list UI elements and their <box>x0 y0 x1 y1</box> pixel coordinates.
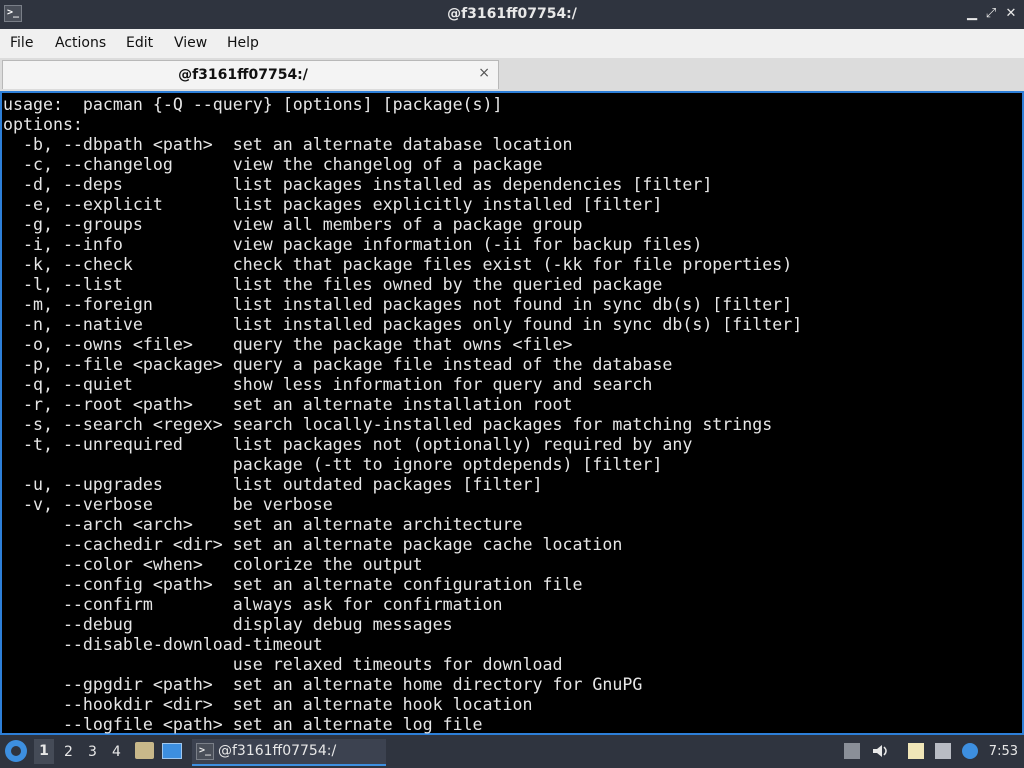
terminal-text: usage: pacman {-Q --query} [options] [pa… <box>3 95 802 735</box>
terminal-line: -p, --file <package> query a package fil… <box>3 355 673 374</box>
terminal-line: --logfile <path> set an alternate log fi… <box>3 715 483 734</box>
terminal-line: -u, --upgrades list outdated packages [f… <box>3 475 543 494</box>
menu-help[interactable]: Help <box>227 35 259 51</box>
terminal-line: usage: pacman {-Q --query} [options] [pa… <box>3 95 503 114</box>
terminal-line: -v, --verbose be verbose <box>3 495 333 514</box>
taskbar-task-terminal[interactable]: >_ @f3161ff07754:/ <box>192 739 386 766</box>
menubar: File Actions Edit View Help <box>0 29 1024 58</box>
workspace-4[interactable]: 4 <box>112 744 121 760</box>
terminal-line: --confirm always ask for confirmation <box>3 595 503 614</box>
terminal-line: -l, --list list the files owned by the q… <box>3 275 663 294</box>
tab-terminal[interactable]: @f3161ff07754:/ × <box>2 60 499 89</box>
volume-icon[interactable] <box>872 743 888 759</box>
terminal-line: package (-tt to ignore optdepends) [filt… <box>3 455 663 474</box>
terminal-line: -s, --search <regex> search locally-inst… <box>3 415 773 434</box>
terminal-line: -t, --unrequired list packages not (opti… <box>3 435 693 454</box>
workspace-3[interactable]: 3 <box>88 744 97 760</box>
task-label: @f3161ff07754:/ <box>218 743 337 759</box>
window-titlebar[interactable]: >_ @f3161ff07754:/ ▁ ⤢ ✕ <box>0 0 1024 29</box>
terminal-line: --color <when> colorize the output <box>3 555 423 574</box>
terminal-line: --config <path> set an alternate configu… <box>3 575 583 594</box>
show-desktop-icon[interactable] <box>162 743 182 759</box>
terminal-line: -b, --dbpath <path> set an alternate dat… <box>3 135 573 154</box>
menu-file[interactable]: File <box>10 35 33 51</box>
clipboard-icon[interactable] <box>908 743 924 759</box>
terminal-line: -o, --owns <file> query the package that… <box>3 335 573 354</box>
terminal-line: -n, --native list installed packages onl… <box>3 315 803 334</box>
terminal-line: -i, --info view package information (-ii… <box>3 235 703 254</box>
terminal-line: --debug display debug messages <box>3 615 453 634</box>
terminal-line: --arch <arch> set an alternate architect… <box>3 515 523 534</box>
file-manager-icon[interactable] <box>135 742 154 759</box>
menu-view[interactable]: View <box>174 35 207 51</box>
tab-label: @f3161ff07754:/ <box>178 67 308 83</box>
tab-bar: @f3161ff07754:/ × <box>0 58 1024 91</box>
workspace-1[interactable]: 1 <box>34 739 54 764</box>
terminal-line: use relaxed timeouts for download <box>3 655 563 674</box>
maximize-button[interactable]: ⤢ <box>983 6 999 22</box>
terminal-line: -r, --root <path> set an alternate insta… <box>3 395 573 414</box>
terminal-line: --disable-download-timeout <box>3 635 323 654</box>
terminal-line: --hookdir <dir> set an alternate hook lo… <box>3 695 533 714</box>
close-button[interactable]: ✕ <box>1003 6 1019 22</box>
terminal-line: -k, --check check that package files exi… <box>3 255 793 274</box>
terminal-line: -g, --groups view all members of a packa… <box>3 215 583 234</box>
window-title: @f3161ff07754:/ <box>447 6 577 22</box>
clock: 7:53 <box>988 744 1018 759</box>
terminal-icon: >_ <box>196 743 214 760</box>
start-menu-icon[interactable] <box>5 740 27 762</box>
removable-media-icon[interactable] <box>844 743 860 759</box>
network-icon[interactable] <box>935 743 951 759</box>
terminal-line: options: <box>3 115 83 134</box>
terminal-line: -d, --deps list packages installed as de… <box>3 175 713 194</box>
minimize-button[interactable]: ▁ <box>964 6 980 22</box>
terminal-line: --gpgdir <path> set an alternate home di… <box>3 675 643 694</box>
terminal-output[interactable]: usage: pacman {-Q --query} [options] [pa… <box>0 91 1024 735</box>
terminal-line: -c, --changelog view the changelog of a … <box>3 155 543 174</box>
terminal-line: -e, --explicit list packages explicitly … <box>3 195 663 214</box>
terminal-line: -q, --quiet show less information for qu… <box>3 375 653 394</box>
close-tab-icon[interactable]: × <box>478 65 490 81</box>
menu-actions[interactable]: Actions <box>55 35 106 51</box>
terminal-line: -m, --foreign list installed packages no… <box>3 295 793 314</box>
notification-icon[interactable] <box>962 743 978 759</box>
terminal-line: --cachedir <dir> set an alternate packag… <box>3 535 623 554</box>
menu-edit[interactable]: Edit <box>126 35 153 51</box>
taskbar: 1 2 3 4 >_ @f3161ff07754:/ 7:53 <box>0 735 1024 768</box>
workspace-2[interactable]: 2 <box>64 744 73 760</box>
